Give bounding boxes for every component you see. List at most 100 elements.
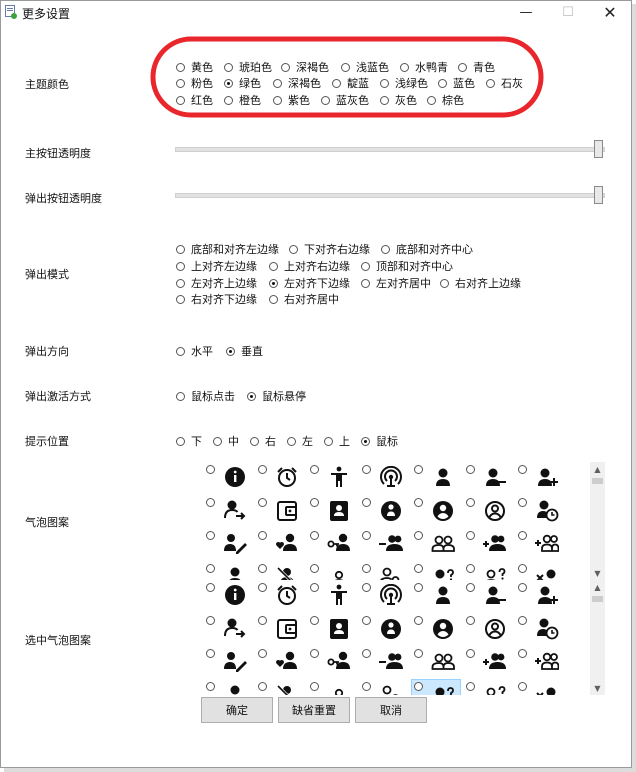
radio-circle[interactable] [362, 616, 371, 625]
radio-circle[interactable] [206, 498, 215, 507]
theme-option[interactable]: 黄色 [176, 59, 213, 75]
icon-option[interactable] [255, 495, 307, 528]
radio-circle[interactable] [400, 62, 409, 72]
scroll-up-arrow-icon[interactable]: ▲ [590, 580, 605, 594]
scroll-up-arrow-icon[interactable]: ▲ [590, 462, 605, 476]
icon-option[interactable] [463, 561, 515, 580]
tip-position-option[interactable]: 下 [176, 433, 202, 449]
radio-circle[interactable] [414, 531, 423, 540]
radio-circle[interactable] [518, 465, 527, 474]
popup-direction-option[interactable]: 垂直 [226, 343, 263, 359]
main-opacity-slider[interactable] [594, 140, 603, 158]
radio-circle[interactable] [310, 564, 319, 573]
reset-defaults-button[interactable]: 缺省重置 [278, 697, 350, 723]
icon-option[interactable] [359, 462, 411, 495]
icon-option[interactable] [411, 613, 463, 646]
scroll-thumb[interactable] [592, 478, 603, 484]
radio-circle[interactable] [176, 436, 185, 446]
icon-option[interactable] [411, 462, 463, 495]
icon-option[interactable] [515, 679, 567, 695]
radio-circle[interactable] [258, 498, 267, 507]
icon-option[interactable] [203, 495, 255, 528]
popup-mode-option[interactable]: 左对齐居中 [361, 275, 431, 291]
radio-circle[interactable] [213, 436, 222, 446]
radio-circle[interactable] [518, 583, 527, 592]
icon-option[interactable] [359, 495, 411, 528]
radio-circle[interactable] [206, 531, 215, 540]
icon-option[interactable] [411, 495, 463, 528]
radio-circle[interactable] [258, 583, 267, 592]
radio-circle[interactable] [206, 564, 215, 573]
icon-option[interactable] [359, 580, 411, 613]
popup-mode-option[interactable]: 上对齐右边缘 [269, 258, 350, 274]
radio-circle[interactable] [427, 95, 436, 105]
icon-option[interactable] [463, 580, 515, 613]
radio-circle[interactable] [466, 682, 475, 691]
icon-option[interactable] [359, 528, 411, 561]
scroll-thumb[interactable] [592, 596, 603, 602]
tip-position-option[interactable]: 中 [213, 433, 239, 449]
radio-circle[interactable] [414, 465, 423, 474]
radio-circle[interactable] [414, 682, 423, 691]
tip-position-option[interactable]: 上 [324, 433, 350, 449]
popup-activation-option[interactable]: 鼠标点击 [176, 388, 235, 404]
icon-option[interactable] [515, 580, 567, 613]
popup-activation-option[interactable]: 鼠标悬停 [247, 388, 306, 404]
icon-option[interactable] [255, 528, 307, 561]
popup-mode-option[interactable]: 右对齐下边缘 [176, 291, 257, 307]
bubble-icon-scrollbar[interactable]: ▲ ▼ [590, 462, 605, 580]
icon-option[interactable] [359, 561, 411, 580]
theme-option[interactable]: 橙色 [224, 92, 261, 108]
theme-option[interactable]: 绿色 [224, 75, 261, 91]
radio-circle[interactable] [361, 261, 370, 271]
popup-mode-option[interactable]: 左对齐下边缘 [269, 275, 350, 291]
radio-circle[interactable] [466, 531, 475, 540]
radio-circle[interactable] [380, 78, 389, 88]
icon-option[interactable] [515, 561, 567, 580]
radio-circle[interactable] [273, 95, 282, 105]
icon-option[interactable] [463, 646, 515, 679]
radio-circle[interactable] [273, 78, 282, 88]
ok-button[interactable]: 确定 [201, 697, 273, 723]
icon-option[interactable] [463, 462, 515, 495]
radio-circle[interactable] [321, 95, 330, 105]
icon-option[interactable] [307, 613, 359, 646]
icon-option[interactable] [515, 646, 567, 679]
radio-circle[interactable] [258, 649, 267, 658]
radio-circle[interactable] [414, 616, 423, 625]
tip-position-option[interactable]: 左 [287, 433, 313, 449]
radio-circle[interactable] [361, 436, 370, 446]
icon-option[interactable] [203, 462, 255, 495]
radio-circle[interactable] [361, 278, 370, 288]
theme-option[interactable]: 青色 [458, 59, 495, 75]
radio-circle[interactable] [258, 682, 267, 691]
theme-option[interactable]: 灰色 [380, 92, 417, 108]
minimize-button[interactable]: — [504, 0, 548, 24]
radio-circle[interactable] [440, 278, 449, 288]
icon-option[interactable] [307, 495, 359, 528]
popup-mode-option[interactable]: 下对齐右边缘 [289, 241, 370, 257]
icon-option[interactable] [255, 462, 307, 495]
theme-option[interactable]: 石灰 [486, 75, 523, 91]
radio-circle[interactable] [310, 583, 319, 592]
radio-circle[interactable] [414, 564, 423, 573]
scroll-down-arrow-icon[interactable]: ▼ [590, 566, 605, 580]
radio-circle[interactable] [224, 95, 233, 105]
icon-option[interactable] [203, 580, 255, 613]
tip-position-option[interactable]: 右 [250, 433, 276, 449]
popup-mode-option[interactable]: 右对齐上边缘 [440, 275, 521, 291]
icon-option[interactable] [515, 613, 567, 646]
radio-circle[interactable] [458, 62, 467, 72]
radio-circle[interactable] [310, 616, 319, 625]
radio-circle[interactable] [414, 583, 423, 592]
radio-circle[interactable] [486, 78, 495, 88]
radio-circle[interactable] [518, 498, 527, 507]
radio-circle[interactable] [518, 649, 527, 658]
radio-circle[interactable] [362, 531, 371, 540]
theme-option[interactable]: 深褐色 [273, 75, 321, 91]
radio-circle[interactable] [466, 498, 475, 507]
icon-option[interactable] [411, 679, 463, 695]
theme-option[interactable]: 红色 [176, 92, 213, 108]
radio-circle[interactable] [518, 682, 527, 691]
radio-circle[interactable] [176, 78, 185, 88]
